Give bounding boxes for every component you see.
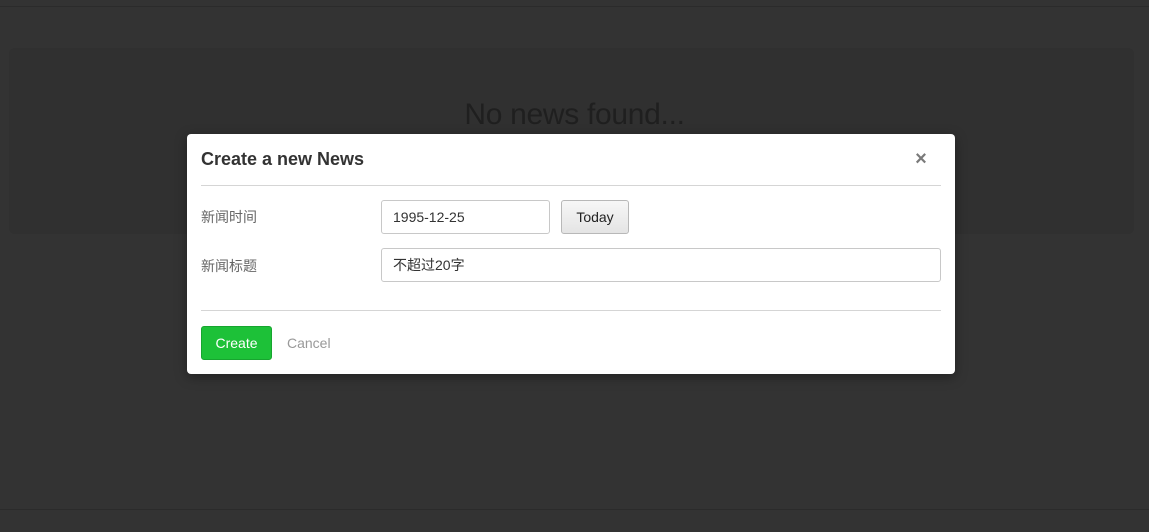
today-button[interactable]: Today — [561, 200, 629, 234]
create-news-modal: Create a new News × 新闻时间 Today 新闻标题 Crea… — [187, 134, 955, 374]
create-button[interactable]: Create — [201, 326, 272, 360]
bottom-divider — [0, 509, 1149, 510]
top-divider — [0, 6, 1149, 7]
close-icon[interactable]: × — [913, 149, 929, 169]
empty-state-message: No news found... — [464, 98, 685, 131]
news-date-input[interactable] — [381, 200, 550, 234]
news-title-label: 新闻标题 — [201, 258, 257, 274]
footer-divider — [201, 310, 941, 311]
news-title-input[interactable] — [381, 248, 941, 282]
news-date-label: 新闻时间 — [201, 209, 257, 225]
modal-title: Create a new News — [201, 149, 365, 169]
cancel-button[interactable]: Cancel — [287, 335, 331, 351]
modal-header: Create a new News × — [201, 134, 941, 186]
